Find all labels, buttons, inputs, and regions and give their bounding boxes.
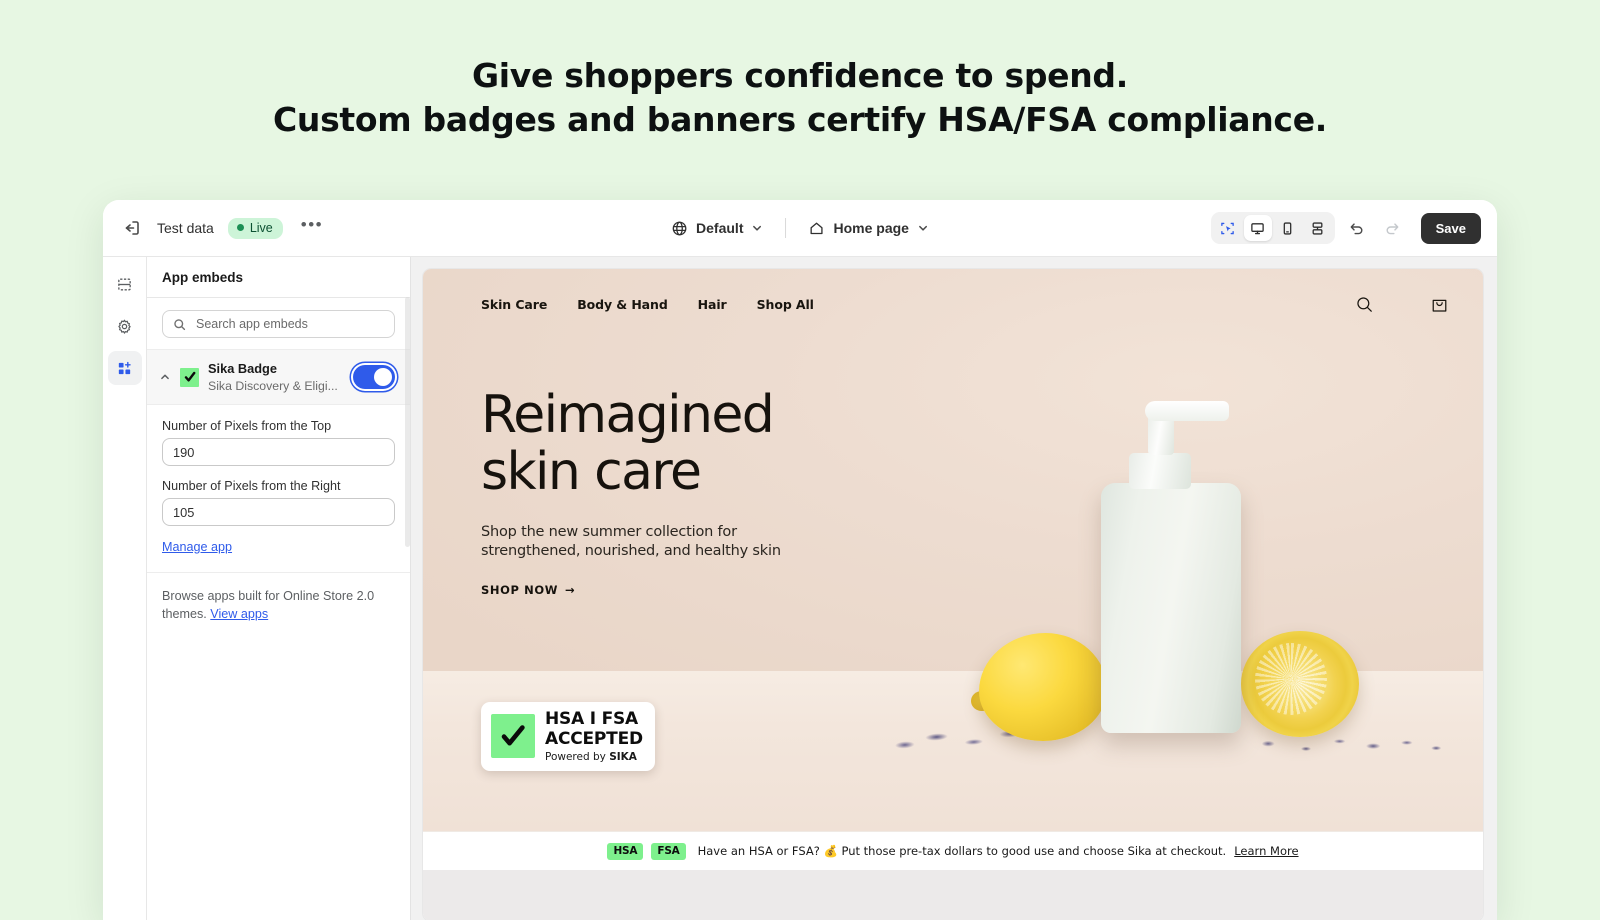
- app-embeds-sidebar: App embeds Search app embeds Sika Badge …: [147, 257, 411, 920]
- pixels-from-top-input[interactable]: [162, 438, 395, 466]
- search-app-embeds-box[interactable]: [162, 310, 395, 338]
- nav-link-hair[interactable]: Hair: [698, 297, 727, 312]
- app-embed-settings: Number of Pixels from the Top Number of …: [147, 405, 410, 573]
- storefront-frame: Skin Care Body & Hand Hair Shop All Reim…: [423, 269, 1483, 920]
- pixels-from-right-input[interactable]: [162, 498, 395, 526]
- more-options-icon[interactable]: •••: [297, 216, 327, 236]
- search-section: [147, 298, 410, 350]
- app-embed-item-sika-badge[interactable]: Sika Badge Sika Discovery & Eligi...: [147, 350, 410, 405]
- field-label-top: Number of Pixels from the Top: [162, 419, 332, 433]
- device-preview-group: [1210, 212, 1335, 244]
- app-embeds-icon[interactable]: [107, 351, 142, 385]
- topbar-right-group: Save: [1210, 200, 1481, 256]
- black-check-icon: [491, 714, 535, 759]
- shop-now-cta[interactable]: SHOP NOW →: [481, 583, 575, 597]
- theme-name-label: Test data: [157, 220, 214, 236]
- search-input[interactable]: [194, 316, 384, 332]
- sidebar-title: App embeds: [147, 257, 410, 298]
- globe-icon: [671, 220, 688, 237]
- app-embed-toggle[interactable]: [353, 365, 395, 389]
- topbar-center-group: Default Home page: [661, 200, 939, 256]
- app-embed-title: Sika Badge: [208, 361, 277, 376]
- browse-apps-note: Browse apps built for Online Store 2.0 t…: [147, 573, 410, 637]
- sika-brand-text: SIKA: [609, 750, 637, 763]
- chevron-up-icon[interactable]: [159, 371, 171, 383]
- product-bottle-neck: [1129, 453, 1191, 489]
- search-icon: [173, 318, 186, 331]
- hsa-badge-text: HSA I FSA ACCEPTED Powered by SIKA: [545, 708, 643, 763]
- promo-line-1: Give shoppers confidence to spend.: [472, 56, 1128, 95]
- product-bottle: [1101, 483, 1241, 733]
- sections-icon[interactable]: [108, 267, 142, 301]
- select-tool-icon[interactable]: [1214, 215, 1242, 241]
- cart-icon[interactable]: [1430, 295, 1449, 314]
- undo-icon[interactable]: [1343, 214, 1371, 242]
- field-label-right: Number of Pixels from the Right: [162, 479, 341, 493]
- redo-icon: [1379, 214, 1407, 242]
- toggle-knob: [374, 368, 392, 386]
- page-selector[interactable]: Home page: [798, 214, 938, 243]
- fsa-tag: FSA: [651, 842, 686, 860]
- field-spacer: [162, 466, 395, 479]
- search-icon[interactable]: [1355, 295, 1374, 314]
- theme-settings-icon[interactable]: [108, 309, 142, 343]
- shop-now-label: SHOP NOW: [481, 583, 559, 597]
- nav-link-body-hand[interactable]: Body & Hand: [577, 297, 668, 312]
- hsa-badge-line-1: HSA I FSA: [545, 708, 639, 729]
- storefront-preview-area: Skin Care Body & Hand Hair Shop All Reim…: [411, 257, 1497, 920]
- powered-by-text: Powered by: [545, 750, 610, 763]
- mobile-icon[interactable]: [1274, 215, 1302, 241]
- lemon-half: [1241, 631, 1359, 737]
- hero-title-line-2: skin care: [481, 442, 702, 502]
- topbar-divider: [785, 218, 787, 238]
- editor-icon-rail: [103, 257, 147, 920]
- app-embed-text: Sika Badge Sika Discovery & Eligi...: [208, 360, 344, 394]
- hero-copy: Reimagined skin care Shop the new summer…: [481, 387, 781, 599]
- exit-icon[interactable]: [121, 217, 143, 239]
- desktop-icon[interactable]: [1243, 215, 1272, 241]
- hsa-tag: HSA: [607, 842, 644, 860]
- locale-selector[interactable]: Default: [661, 214, 773, 243]
- hsa-badge-line-2: ACCEPTED: [545, 728, 643, 749]
- app-embed-subtitle: Sika Discovery & Eligi...: [208, 379, 338, 393]
- fullscreen-icon[interactable]: [1304, 215, 1332, 241]
- save-button[interactable]: Save: [1420, 212, 1481, 244]
- lemon-whole: [979, 633, 1107, 741]
- hero-subtitle-line-2: strengthened, nourished, and healthy ski…: [481, 543, 781, 559]
- live-status-label: Live: [249, 220, 273, 235]
- view-apps-link[interactable]: View apps: [210, 607, 268, 621]
- manage-app-link[interactable]: Manage app: [162, 540, 232, 554]
- arrow-right-icon: →: [565, 583, 576, 597]
- hsa-badge-line-3: Powered by SIKA: [545, 750, 643, 763]
- hero-title-line-1: Reimagined: [481, 385, 775, 445]
- home-icon: [808, 220, 825, 237]
- hero-subtitle-line-1: Shop the new summer collection for: [481, 524, 737, 540]
- theme-editor-window: Test data Live ••• Default Home page Sav…: [103, 200, 1497, 920]
- storefront-next-section-placeholder: [423, 870, 1483, 920]
- green-check-icon: [180, 367, 199, 387]
- hero-subtitle: Shop the new summer collection for stren…: [481, 523, 781, 561]
- learn-more-link[interactable]: Learn More: [1234, 844, 1298, 858]
- live-dot-icon: [236, 224, 244, 231]
- storefront-nav: Skin Care Body & Hand Hair Shop All: [423, 269, 1483, 314]
- promo-headline: Give shoppers confidence to spend. Custo…: [0, 0, 1600, 142]
- announcement-text: Have an HSA or FSA? 💰 Put those pre-tax …: [697, 844, 1227, 858]
- chevron-down-icon: [751, 222, 763, 234]
- editor-body: App embeds Search app embeds Sika Badge …: [103, 257, 1497, 920]
- hero-product-image: [861, 305, 1453, 785]
- editor-topbar: Test data Live ••• Default Home page Sav…: [103, 200, 1497, 257]
- nav-link-shop-all[interactable]: Shop All: [757, 297, 814, 312]
- hsa-fsa-accepted-badge[interactable]: HSA I FSA ACCEPTED Powered by SIKA: [481, 701, 655, 771]
- topbar-left-group: Test data Live •••: [103, 216, 327, 239]
- promo-line-2: Custom badges and banners certify HSA/FS…: [272, 100, 1328, 139]
- product-pump-head: [1145, 401, 1229, 421]
- locale-label: Default: [696, 220, 744, 236]
- nav-link-skin-care[interactable]: Skin Care: [481, 297, 547, 312]
- sidebar-scrollbar[interactable]: [405, 297, 410, 547]
- live-status-badge[interactable]: Live: [227, 217, 283, 239]
- chevron-down-icon: [917, 222, 929, 234]
- page-label: Home page: [833, 220, 909, 236]
- hero-section: Skin Care Body & Hand Hair Shop All Reim…: [423, 269, 1483, 831]
- announcement-bar: HSA FSA Have an HSA or FSA? 💰 Put those …: [423, 831, 1483, 870]
